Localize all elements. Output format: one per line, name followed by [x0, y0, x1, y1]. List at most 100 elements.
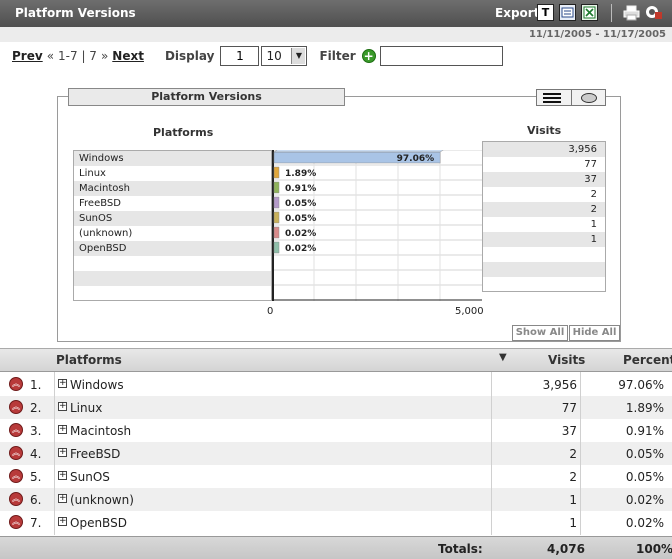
row-percent: 97.06% [618, 378, 664, 392]
chart-visits-value: 1 [483, 232, 605, 247]
collapse-up-icon[interactable]: ︽ [9, 377, 23, 391]
chart-category-label: Macintosh [74, 181, 271, 196]
display-label: Display [164, 49, 215, 63]
pie-chart-button[interactable] [572, 90, 606, 105]
bar-chart-button[interactable] [537, 90, 572, 105]
row-percent: 0.91% [625, 424, 664, 438]
bar [273, 211, 280, 224]
row-rank: 4. [30, 447, 42, 461]
col-visits[interactable]: Visits [548, 353, 585, 367]
row-rank: 2. [30, 401, 42, 415]
table-row[interactable]: ︽ 4. + FreeBSD 2 0.05% [0, 442, 672, 465]
pager-row: Prev « 1-7 | 7 » Next Display 10 ▼ Filte… [12, 46, 503, 66]
settings-icon[interactable] [645, 4, 662, 21]
table-row[interactable]: ︽ 1. + Windows 3,956 97.06% [0, 373, 672, 396]
row-platform[interactable]: Windows [70, 378, 124, 392]
per-page-value: 10 [266, 49, 282, 63]
sort-desc-icon[interactable]: ▼ [499, 352, 507, 363]
export-excel-icon[interactable] [581, 4, 598, 21]
collapse-up-icon[interactable]: ︽ [9, 446, 23, 460]
collapse-up-icon[interactable]: ︽ [9, 400, 23, 414]
collapse-up-icon[interactable]: ︽ [9, 423, 23, 437]
chart-visits-value: 2 [590, 189, 597, 200]
bar-value-label: 0.02% [285, 244, 316, 254]
expand-icon[interactable]: + [58, 494, 67, 503]
display-start-input[interactable] [220, 46, 260, 66]
table-row[interactable]: ︽ 6. + (unknown) 1 0.02% [0, 488, 672, 511]
row-visits: 77 [561, 401, 577, 415]
add-filter-icon[interactable]: + [361, 49, 376, 63]
expand-icon[interactable]: + [58, 448, 67, 457]
bar [273, 181, 280, 194]
show-all-button[interactable]: Show All [512, 325, 568, 341]
row-visits: 37 [561, 424, 577, 438]
row-rank: 1. [30, 378, 42, 392]
page-range: 1-7 | 7 [58, 49, 97, 63]
prev-link[interactable]: Prev [12, 49, 43, 63]
export-xml-icon[interactable] [559, 4, 576, 21]
chart-empty-row [483, 277, 605, 292]
chart-platforms-header: Platforms [153, 126, 214, 139]
col-platforms[interactable]: Platforms [56, 353, 122, 367]
first-page-icon[interactable]: « [47, 49, 54, 63]
bar-value-label: 0.02% [285, 229, 316, 239]
collapse-up-icon[interactable]: ︽ [9, 515, 23, 529]
chart-visits-value: 2 [483, 202, 605, 217]
table-row[interactable]: ︽ 3. + Macintosh 37 0.91% [0, 419, 672, 442]
axis-min-label: 0 [267, 306, 274, 317]
chart-empty-row [74, 256, 271, 271]
hide-all-button[interactable]: Hide All [569, 325, 620, 341]
bar [273, 196, 280, 209]
row-platform[interactable]: (unknown) [70, 493, 134, 507]
totals-label: Totals: [438, 542, 483, 556]
expand-icon[interactable]: + [58, 402, 67, 411]
row-platform[interactable]: SunOS [70, 470, 110, 484]
bar-value-label: 97.06% [397, 154, 435, 164]
chart-visits-value: 1 [590, 219, 597, 230]
row-visits: 2 [569, 447, 577, 461]
filter-label: Filter [319, 49, 356, 63]
page-title: Platform Versions [15, 6, 136, 20]
totals-percent: 100% [636, 542, 672, 556]
chart-empty-row [74, 271, 271, 286]
row-percent: 0.05% [625, 447, 664, 461]
row-visits: 3,956 [542, 378, 577, 392]
filter-input[interactable] [379, 46, 503, 66]
expand-icon[interactable]: + [58, 425, 67, 434]
table-row[interactable]: ︽ 7. + OpenBSD 1 0.02% [0, 511, 672, 534]
row-rank: 5. [30, 470, 42, 484]
bar-chart-plot: 97.06% 1.89% 0.91% 0.05% 0.05% 0.02% 0.02% [272, 150, 482, 301]
totals-visits: 4,076 [547, 542, 585, 556]
chart-category-label: Linux [79, 168, 106, 179]
row-platform[interactable]: Macintosh [70, 424, 131, 438]
printer-icon[interactable] [623, 4, 640, 21]
export-text-icon[interactable]: T [537, 4, 554, 21]
bar-value-label: 0.05% [285, 214, 316, 224]
chart-panel-title: Platform Versions [68, 88, 345, 106]
expand-icon[interactable]: + [58, 471, 67, 480]
per-page-select[interactable]: 10 ▼ [261, 46, 308, 66]
collapse-up-icon[interactable]: ︽ [9, 492, 23, 506]
column-divider [54, 372, 55, 535]
table-row[interactable]: ︽ 2. + Linux 77 1.89% [0, 396, 672, 419]
table-row[interactable]: ︽ 5. + SunOS 2 0.05% [0, 465, 672, 488]
col-percent[interactable]: Percent [623, 353, 672, 367]
collapse-up-icon[interactable]: ︽ [9, 469, 23, 483]
row-platform[interactable]: Linux [70, 401, 102, 415]
expand-icon[interactable]: + [58, 517, 67, 526]
row-platform[interactable]: OpenBSD [70, 516, 127, 530]
expand-icon[interactable]: + [58, 379, 67, 388]
chart-visits-header: Visits [527, 124, 562, 137]
export-label: Export [495, 6, 540, 20]
row-percent: 1.89% [625, 401, 664, 415]
row-platform[interactable]: FreeBSD [70, 447, 120, 461]
bar-chart-icon [543, 93, 561, 103]
header-bar: Platform Versions Export T [0, 0, 672, 27]
bar-value-label: 1.89% [285, 169, 316, 179]
bar [273, 166, 280, 179]
chevron-down-icon[interactable]: ▼ [291, 48, 306, 64]
row-rank: 6. [30, 493, 42, 507]
pie-chart-icon [580, 93, 597, 103]
next-link[interactable]: Next [112, 49, 144, 63]
last-page-icon[interactable]: » [101, 49, 108, 63]
